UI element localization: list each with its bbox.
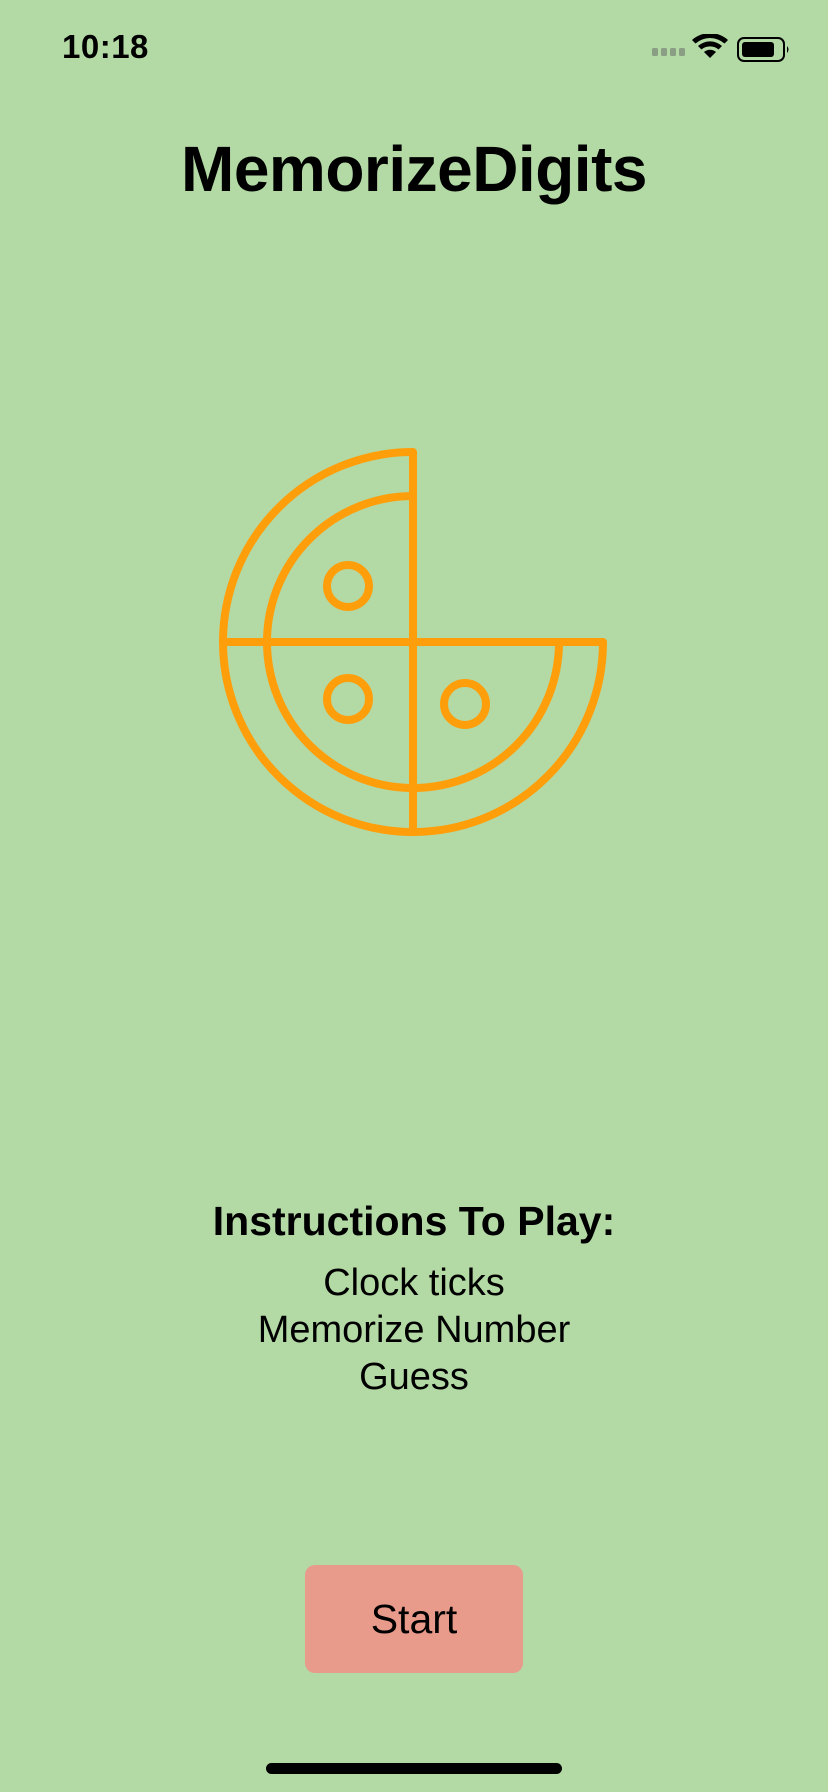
pizza-icon <box>219 448 607 836</box>
wifi-icon <box>692 34 728 58</box>
cellular-signal-icon <box>652 48 685 56</box>
status-bar: 10:18 <box>0 0 828 100</box>
battery-icon <box>737 37 789 62</box>
instructions-heading: Instructions To Play: <box>212 1198 616 1244</box>
instruction-line: Memorize Number <box>257 1309 571 1351</box>
app-title: MemorizeDigits <box>181 133 647 205</box>
home-indicator[interactable] <box>266 1763 562 1774</box>
start-button[interactable]: Start <box>305 1565 523 1673</box>
instruction-line: Clock ticks <box>323 1262 505 1304</box>
instruction-line: Guess <box>359 1356 469 1398</box>
status-time: 10:18 <box>62 28 149 65</box>
status-icons <box>652 34 789 62</box>
